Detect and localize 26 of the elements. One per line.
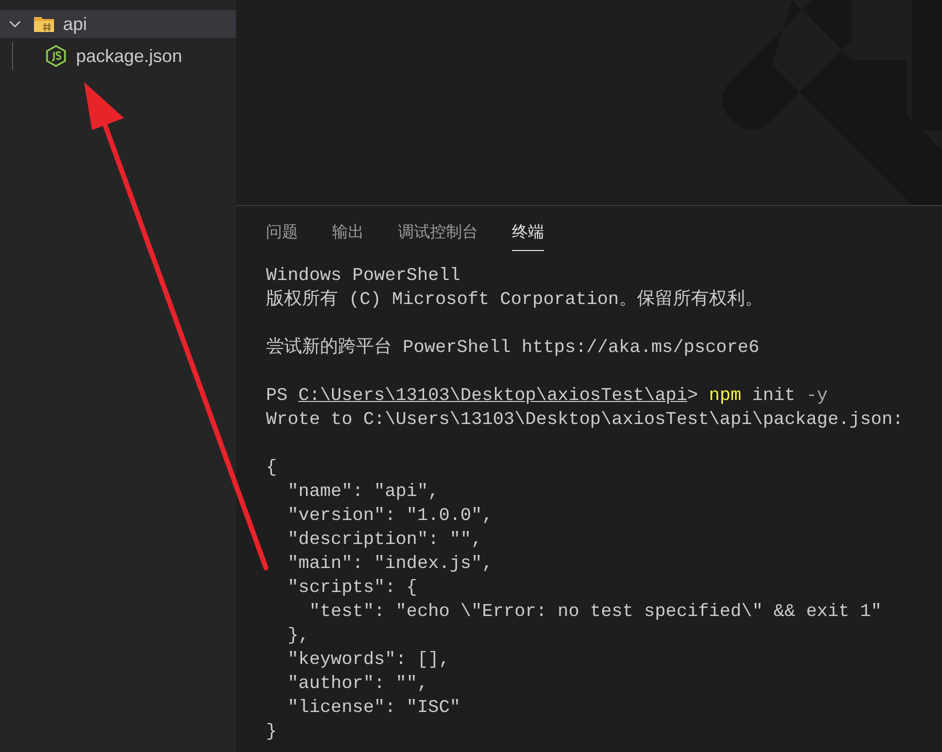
terminal-line: "scripts": { bbox=[286, 577, 418, 600]
terminal-line: Windows PowerShell bbox=[266, 265, 460, 288]
terminal-line: 版权所有 (C) Microsoft Corporation。保留所有权利。 bbox=[266, 288, 763, 312]
hexagon-js-icon bbox=[46, 45, 66, 67]
chevron-icon bbox=[9, 20, 21, 28]
terminal-line: "main": "index.js", bbox=[286, 553, 493, 576]
terminal-line: "test": "echo \"Error: no test specified\" && exit 1" bbox=[308, 601, 882, 624]
terminal-line: "description": "", bbox=[286, 529, 482, 552]
terminal-line: PS C:\Users\13103\Desktop\axiosTest\api> npm init -y bbox=[266, 385, 828, 408]
terminal-line: "version": "1.0.0", bbox=[286, 505, 493, 528]
panel-tab[interactable]: 问题 bbox=[266, 218, 298, 251]
terminal-link[interactable]: C:\Users\13103\Desktop\axiosTest\api bbox=[298, 386, 688, 406]
terminal-line: "author": "", bbox=[286, 673, 428, 696]
panel-tab[interactable]: 调试控制台 bbox=[398, 218, 478, 251]
terminal-line: "license": "ISC" bbox=[286, 697, 460, 720]
folder-item[interactable]: api bbox=[0, 10, 236, 38]
terminal-line: 尝试新的跨平台 PowerShell https://aka.ms/pscore6 bbox=[266, 336, 760, 360]
terminal-line: }, bbox=[286, 625, 310, 648]
terminal-line: "keywords": [], bbox=[286, 649, 450, 672]
folder-icon bbox=[33, 15, 55, 33]
terminal-line: "name": "api", bbox=[286, 481, 439, 504]
terminal-line: } bbox=[266, 721, 277, 744]
terminal-line: { bbox=[266, 457, 277, 480]
terminal-line: Wrote to C:\Users\13103\Desktop\axiosTest\api\package.json: bbox=[266, 409, 904, 432]
panel-tab[interactable]: 终端 bbox=[512, 218, 544, 251]
panel-tab[interactable]: 输出 bbox=[332, 218, 364, 251]
